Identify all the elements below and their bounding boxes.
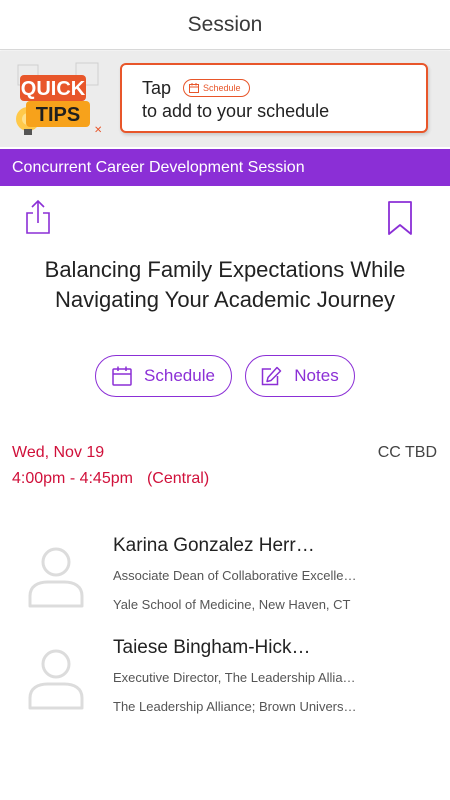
- session-timezone: (Central): [146, 470, 210, 487]
- speaker-name: Karina Gonzalez Herr…: [113, 535, 315, 556]
- edit-note-icon: [262, 366, 282, 386]
- speaker-item[interactable]: Karina Gonzalez Herr… Associate Dean of …: [0, 530, 450, 620]
- tip-chip-label: Schedule: [203, 83, 241, 93]
- speaker-organization: The Leadership Alliance; Brown Univers…: [113, 699, 357, 714]
- speaker-item[interactable]: Taiese Bingham-Hick… Executive Director,…: [0, 632, 450, 722]
- tip-schedule-chip: Schedule: [183, 79, 250, 97]
- speaker-name: Taiese Bingham-Hick…: [113, 637, 311, 658]
- schedule-button-label: Schedule: [144, 366, 215, 385]
- quick-tips-badge: QUICK TIPS ✕: [16, 62, 102, 136]
- calendar-icon: [189, 83, 200, 93]
- bookmark-icon[interactable]: [386, 200, 414, 236]
- svg-text:✕: ✕: [94, 125, 102, 136]
- top-header: Session: [0, 0, 450, 50]
- avatar-placeholder-icon: [28, 547, 84, 608]
- tips-label: TIPS: [36, 104, 80, 126]
- notes-button[interactable]: Notes: [245, 355, 355, 397]
- session-time: 4:00pm - 4:45pm: [12, 470, 133, 487]
- speaker-title: Associate Dean of Collaborative Excelle…: [113, 568, 357, 583]
- session-title: Balancing Family Expectations While Navi…: [44, 257, 406, 312]
- page-title: Session: [187, 12, 263, 36]
- speaker-title: Executive Director, The Leadership Allia…: [113, 670, 356, 685]
- quick-tip-card: Tap Schedule to add to your schedule: [120, 63, 428, 133]
- tip-description: to add to your schedule: [142, 101, 330, 121]
- tip-tap-text: Tap: [142, 77, 172, 98]
- quick-label: QUICK: [21, 78, 86, 100]
- schedule-button[interactable]: Schedule: [95, 355, 232, 397]
- calendar-icon: [112, 366, 132, 386]
- quick-tips-banner: QUICK TIPS ✕ Tap Schedule to add to your…: [0, 51, 450, 147]
- speaker-organization: Yale School of Medicine, New Haven, CT: [113, 597, 351, 612]
- share-icon[interactable]: [24, 199, 52, 235]
- session-category-bar: Concurrent Career Development Session: [0, 149, 450, 186]
- avatar-placeholder-icon: [28, 649, 84, 710]
- session-time-row: 4:00pm - 4:45pm (Central): [12, 470, 209, 488]
- notes-button-label: Notes: [294, 366, 339, 385]
- session-date: Wed, Nov 19: [12, 444, 105, 461]
- session-room: CC TBD: [377, 444, 437, 461]
